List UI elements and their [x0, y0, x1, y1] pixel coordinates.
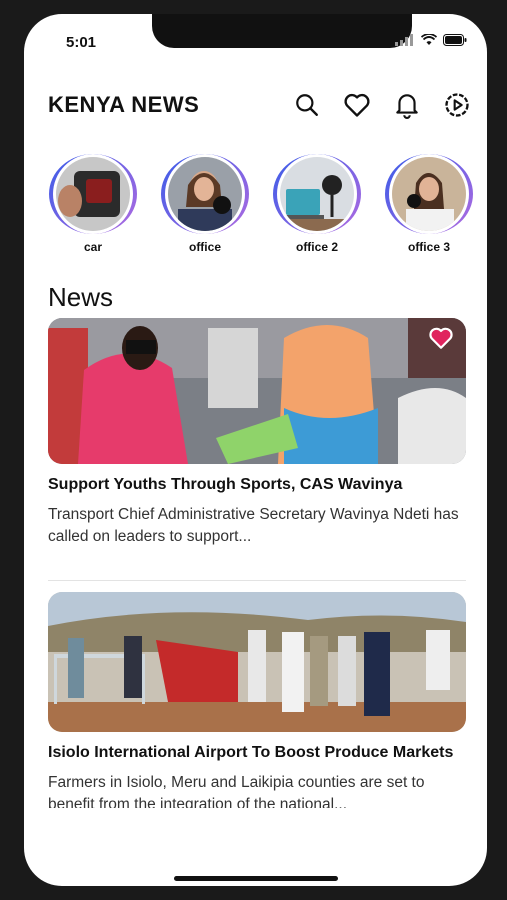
story-thumbnail: [56, 157, 130, 231]
status-time: 5:01: [66, 34, 97, 51]
story-carousel: car office office 2 office 3: [48, 154, 487, 254]
status-icons: [395, 34, 467, 46]
settings-button[interactable]: [442, 90, 472, 120]
search-icon: [296, 94, 318, 116]
story-thumbnail: [168, 157, 242, 231]
favorites-button[interactable]: [342, 90, 372, 120]
story-ring: [385, 154, 473, 234]
article-card[interactable]: Isiolo International Airport To Boost Pr…: [48, 592, 466, 808]
article-card[interactable]: Support Youths Through Sports, CAS Wavin…: [48, 318, 466, 548]
app-header: KENYA NEWS: [48, 90, 472, 120]
bell-icon: [396, 94, 418, 119]
story-item-office[interactable]: office: [160, 154, 250, 254]
story-label: office 3: [407, 240, 450, 254]
section-title: News: [48, 282, 114, 312]
article-image: [48, 592, 466, 732]
story-item-office-2[interactable]: office 2: [272, 154, 362, 254]
header-actions: [292, 90, 472, 120]
story-item-car[interactable]: car: [48, 154, 138, 254]
heart-icon: [344, 93, 370, 117]
favorite-heart-icon[interactable]: [428, 326, 454, 350]
story-label: office: [188, 240, 221, 254]
signal-icon: [395, 34, 413, 46]
story-thumbnail: [280, 157, 354, 231]
story-label: car: [83, 240, 103, 254]
article-excerpt: Transport Chief Administrative Secretary…: [48, 506, 459, 545]
story-label: office 2: [295, 240, 338, 254]
notifications-button[interactable]: [392, 90, 422, 120]
home-indicator: [174, 876, 338, 881]
article-excerpt: Farmers in Isiolo, Meru and Laikipia cou…: [48, 774, 425, 808]
app-screen: 5:01 KENYA NEWS car office office 2 offi…: [24, 14, 487, 886]
notch: [152, 14, 412, 48]
article-image: [48, 318, 466, 464]
story-ring: [273, 154, 361, 234]
article-divider: [48, 580, 466, 581]
battery-icon: [443, 34, 467, 46]
article-title: Support Youths Through Sports, CAS Wavin…: [48, 476, 403, 493]
article-title: Isiolo International Airport To Boost Pr…: [48, 744, 454, 761]
story-ring: [161, 154, 249, 234]
story-thumbnail: [392, 157, 466, 231]
app-title: KENYA NEWS: [48, 92, 200, 117]
story-item-office-3[interactable]: office 3: [384, 154, 474, 254]
wifi-icon: [421, 34, 437, 45]
settings-play-icon: [445, 93, 469, 117]
search-button[interactable]: [292, 90, 322, 120]
story-ring: [49, 154, 137, 234]
